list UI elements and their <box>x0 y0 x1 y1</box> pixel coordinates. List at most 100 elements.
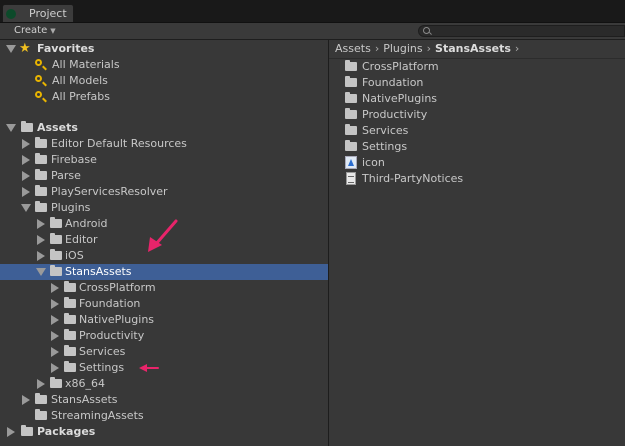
expand-right-icon[interactable] <box>22 155 30 165</box>
tree-item-folder[interactable]: Productivity <box>0 328 328 344</box>
list-item[interactable]: Services <box>329 123 625 139</box>
folder-icon <box>345 124 357 135</box>
list-item-label: icon <box>362 156 385 169</box>
chevron-right-icon: › <box>426 42 432 55</box>
list-item[interactable]: CrossPlatform <box>329 59 625 75</box>
list-item[interactable]: Productivity <box>329 107 625 123</box>
tree-item-folder[interactable]: NativePlugins <box>0 312 328 328</box>
expand-right-icon[interactable] <box>51 283 59 293</box>
list-item[interactable]: icon <box>329 155 625 171</box>
tree-item-folder[interactable]: Firebase <box>0 152 328 168</box>
expand-right-icon[interactable] <box>51 347 59 357</box>
expand-down-icon[interactable] <box>36 268 46 276</box>
folder-icon <box>50 217 62 228</box>
expand-down-icon[interactable] <box>6 124 16 132</box>
tree-item-folder[interactable]: Editor <box>0 232 328 248</box>
tree-item-label: CrossPlatform <box>79 281 156 294</box>
folder-icon <box>21 121 33 132</box>
list-item[interactable]: Third-PartyNotices <box>329 171 625 187</box>
tree-item-stansassets-selected[interactable]: StansAssets <box>0 264 328 280</box>
tree-item-assets[interactable]: Assets <box>0 120 328 136</box>
folder-icon <box>345 60 357 71</box>
tree-item-packages[interactable]: Packages <box>0 424 328 440</box>
tree-item-folder[interactable]: Foundation <box>0 296 328 312</box>
expand-right-icon[interactable] <box>7 427 15 437</box>
create-dropdown-button[interactable]: Create ▼ <box>8 24 62 38</box>
tree-item-label: Parse <box>51 169 81 182</box>
breadcrumb-item[interactable]: Assets <box>335 42 371 55</box>
favorite-item-label: All Models <box>52 74 108 87</box>
tree-item-folder[interactable]: iOS <box>0 248 328 264</box>
text-document-icon <box>346 172 356 185</box>
folder-icon <box>50 233 62 244</box>
search-icon <box>35 59 42 66</box>
tree-item-label: Services <box>79 345 126 358</box>
tree-item-folder[interactable]: Editor Default Resources <box>0 136 328 152</box>
tree-item-plugins[interactable]: Plugins <box>0 200 328 216</box>
expand-right-icon[interactable] <box>51 299 59 309</box>
breadcrumb: Assets › Plugins › StansAssets › <box>335 41 523 57</box>
tree-item-label: Android <box>65 217 108 230</box>
tree-item-folder[interactable]: Settings <box>0 360 328 376</box>
list-item-label: CrossPlatform <box>362 60 439 73</box>
expand-right-icon[interactable] <box>22 171 30 181</box>
folder-icon <box>35 185 47 196</box>
expand-right-icon[interactable] <box>51 331 59 341</box>
list-item[interactable]: Foundation <box>329 75 625 91</box>
search-input[interactable] <box>418 25 625 37</box>
favorite-item[interactable]: All Prefabs <box>0 89 328 105</box>
tree-item-folder[interactable]: Android <box>0 216 328 232</box>
editor-status-icon <box>6 9 16 19</box>
expand-down-icon[interactable] <box>21 204 31 212</box>
tree-item-favorites[interactable]: ★ Favorites <box>0 41 328 57</box>
tree-item-folder[interactable]: CrossPlatform <box>0 280 328 296</box>
tree-item-label: iOS <box>65 249 84 262</box>
folder-icon <box>64 361 76 372</box>
folder-icon <box>21 425 33 436</box>
folder-icon <box>345 92 357 103</box>
tree-item-folder[interactable]: Services <box>0 344 328 360</box>
tree-item-folder[interactable]: Parse <box>0 168 328 184</box>
expand-right-icon[interactable] <box>51 363 59 373</box>
tab-strip: Project <box>0 0 625 23</box>
tree-item-label: Packages <box>37 425 96 438</box>
search-icon <box>423 27 430 34</box>
list-item-label: Services <box>362 124 409 137</box>
chevron-right-icon: › <box>514 42 520 55</box>
folder-icon <box>50 377 62 388</box>
tree-item-label: Plugins <box>51 201 91 214</box>
favorite-item[interactable]: All Models <box>0 73 328 89</box>
expand-right-icon[interactable] <box>22 395 30 405</box>
breadcrumb-item[interactable]: Plugins <box>383 42 422 55</box>
expand-right-icon[interactable] <box>22 187 30 197</box>
expand-right-icon[interactable] <box>37 251 45 261</box>
folder-icon <box>345 140 357 151</box>
expand-right-icon[interactable] <box>37 235 45 245</box>
tree-item-folder[interactable]: x86_64 <box>0 376 328 392</box>
list-item-label: Foundation <box>362 76 424 89</box>
folder-icon <box>35 201 47 212</box>
tree-item-folder[interactable]: PlayServicesResolver <box>0 184 328 200</box>
expand-down-icon[interactable] <box>6 45 16 53</box>
folder-icon <box>64 297 76 308</box>
folder-icon <box>35 137 47 148</box>
breadcrumb-current[interactable]: StansAssets <box>435 42 511 55</box>
tree-item-label: Productivity <box>79 329 145 342</box>
folder-icon <box>35 169 47 180</box>
folder-icon <box>64 345 76 356</box>
folder-icon <box>35 393 47 404</box>
expand-right-icon[interactable] <box>37 219 45 229</box>
tab-project[interactable]: Project <box>2 4 74 22</box>
tree-item-folder[interactable]: StreamingAssets <box>0 408 328 424</box>
favorite-item[interactable]: All Materials <box>0 57 328 73</box>
expand-right-icon[interactable] <box>22 139 30 149</box>
list-item-label: Productivity <box>362 108 428 121</box>
list-item[interactable]: NativePlugins <box>329 91 625 107</box>
folder-icon <box>64 329 76 340</box>
search-icon <box>35 75 42 82</box>
expand-right-icon[interactable] <box>37 379 45 389</box>
folder-icon <box>35 409 47 420</box>
list-item[interactable]: Settings <box>329 139 625 155</box>
tree-item-folder[interactable]: StansAssets <box>0 392 328 408</box>
expand-right-icon[interactable] <box>51 315 59 325</box>
